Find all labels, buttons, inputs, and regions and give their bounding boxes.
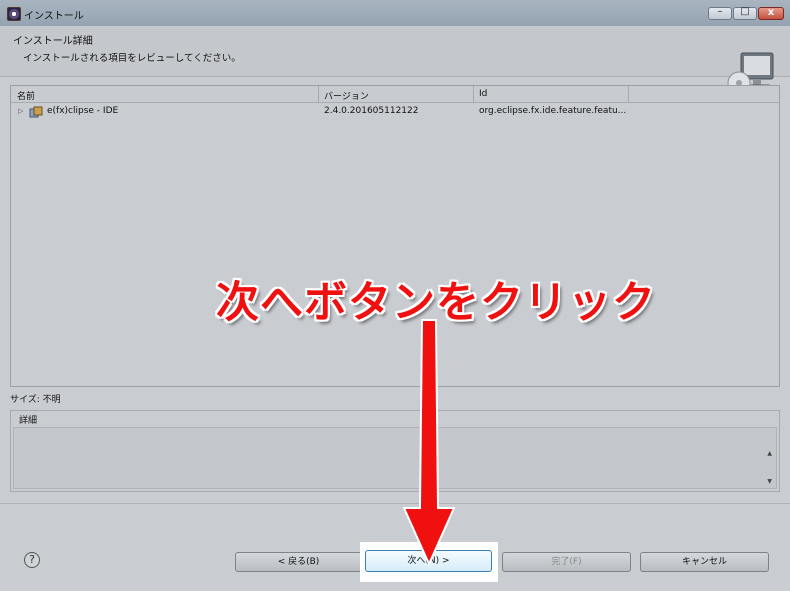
column-header-id[interactable]: Id (479, 89, 487, 99)
table-row[interactable]: ▷ e(fx)clipse - IDE 2.4.0.201605112122 o… (11, 104, 779, 120)
scroll-up-icon[interactable]: ▲ (767, 450, 772, 457)
size-label: サイズ: 不明 (10, 395, 61, 405)
scroll-down-icon[interactable]: ▼ (767, 478, 772, 485)
maximize-button[interactable]: □ (733, 6, 757, 20)
details-group: 詳細 ▲ ▼ (10, 410, 780, 492)
details-text-area[interactable]: ▲ ▼ (13, 427, 777, 489)
page-description: インストールされる項目をレビューしてください。 (23, 53, 241, 64)
cancel-button[interactable]: キャンセル (640, 552, 769, 572)
install-dialog: インストール – □ x インストール詳細 インストールされる項目をレビューして… (0, 0, 790, 591)
close-button[interactable]: x (758, 7, 784, 20)
back-button[interactable]: < 戻る(B) (235, 552, 362, 572)
help-button[interactable]: ? (24, 552, 40, 568)
eclipse-icon (7, 7, 21, 21)
minimize-button[interactable]: – (708, 6, 732, 20)
maximize-icon: □ (740, 6, 750, 17)
table-header: 名前 バージョン Id (11, 86, 779, 103)
red-arrow-icon (402, 319, 456, 566)
row-id: org.eclipse.fx.ide.feature.featu... (479, 106, 627, 116)
column-divider[interactable] (628, 86, 629, 102)
expand-triangle-icon[interactable]: ▷ (18, 107, 23, 115)
column-divider[interactable] (473, 86, 474, 102)
column-header-name[interactable]: 名前 (17, 89, 35, 102)
window-title: インストール (24, 11, 84, 22)
footer-divider (0, 503, 790, 504)
minimize-icon: – (717, 6, 723, 17)
column-header-version[interactable]: バージョン (324, 89, 369, 102)
column-divider[interactable] (318, 86, 319, 102)
row-version: 2.4.0.201605112122 (324, 106, 419, 116)
title-bar: インストール – □ x (0, 0, 790, 26)
page-title: インストール詳細 (13, 36, 93, 47)
details-label: 詳細 (17, 413, 40, 426)
row-name: e(fx)clipse - IDE (47, 106, 119, 116)
close-icon: x (767, 7, 775, 18)
feature-icon (29, 106, 43, 118)
install-items-table: 名前 バージョン Id ▷ e(fx)clipse - IDE 2.4.0.20… (10, 85, 780, 387)
finish-button[interactable]: 完了(F) (502, 552, 631, 572)
dialog-header: インストール詳細 インストールされる項目をレビューしてください。 (0, 26, 790, 95)
